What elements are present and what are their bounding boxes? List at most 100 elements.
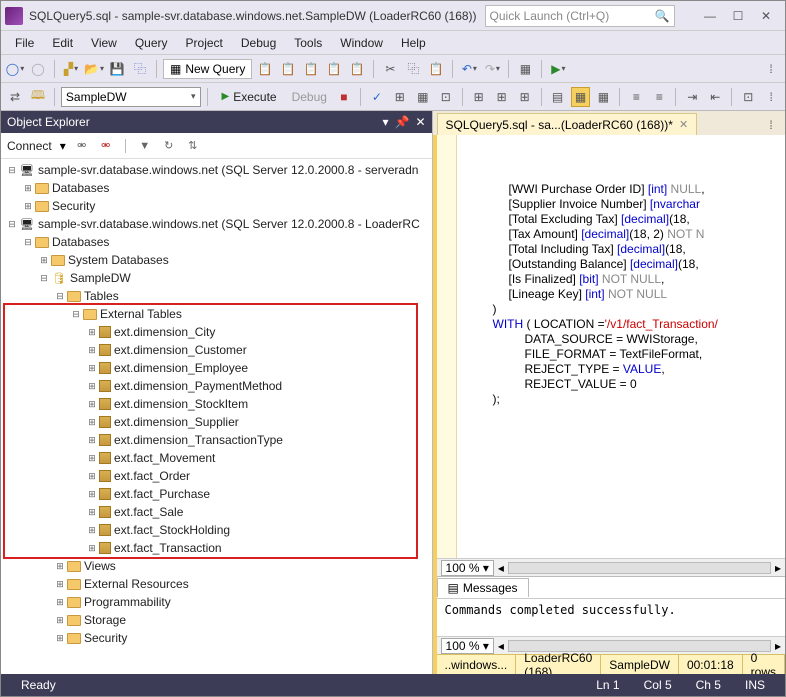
results-grid-icon[interactable]: ▦ xyxy=(571,87,591,107)
stop-button[interactable]: ■ xyxy=(334,87,354,107)
xmla-query-icon[interactable]: 📋 xyxy=(324,59,344,79)
results-text-icon[interactable]: ▤ xyxy=(548,87,568,107)
properties-button[interactable]: ▦ xyxy=(515,59,535,79)
dax-query-icon[interactable]: 📋 xyxy=(347,59,367,79)
server-node-2[interactable]: sample-svr.database.windows.net (SQL Ser… xyxy=(1,215,432,233)
parse-button[interactable]: ✓ xyxy=(367,87,387,107)
folder-views[interactable]: Views xyxy=(1,557,432,575)
change-connection-icon[interactable]: ⇄ xyxy=(5,87,25,107)
folder-security[interactable]: Security xyxy=(1,629,432,647)
folder-external-resources[interactable]: External Resources xyxy=(1,575,432,593)
filter-icon[interactable]: ▼ xyxy=(137,138,153,154)
tab-overflow-icon[interactable]: ⁞ xyxy=(761,115,781,135)
redo-button[interactable]: ↷ xyxy=(482,59,502,79)
database-selector[interactable]: SampleDW xyxy=(61,87,201,107)
ext-table-7[interactable]: ext.fact_Movement xyxy=(1,449,432,467)
menu-help[interactable]: Help xyxy=(393,34,434,52)
available-db-icon[interactable]: 🕮 xyxy=(28,87,48,107)
menu-view[interactable]: View xyxy=(83,34,125,52)
folder-system-databases[interactable]: System Databases xyxy=(1,251,432,269)
panel-close-icon[interactable]: ✕ xyxy=(415,115,425,129)
tab-close-icon[interactable]: ✕ xyxy=(679,118,688,131)
save-button[interactable]: 💾 xyxy=(107,59,127,79)
folder-databases-1[interactable]: Databases xyxy=(1,179,432,197)
ext-table-3[interactable]: ext.dimension_PaymentMethod xyxy=(1,377,432,395)
open-button[interactable]: 📂 xyxy=(84,59,104,79)
maximize-button[interactable]: ☐ xyxy=(731,9,745,23)
ext-table-11[interactable]: ext.fact_StockHolding xyxy=(1,521,432,539)
include-stats-icon[interactable]: ⊞ xyxy=(492,87,512,107)
undo-button[interactable]: ↶ xyxy=(459,59,479,79)
menu-project[interactable]: Project xyxy=(178,34,231,52)
ext-table-12[interactable]: ext.fact_Transaction xyxy=(1,539,432,557)
minimize-button[interactable]: — xyxy=(703,9,717,23)
start-button[interactable]: ▶ xyxy=(548,59,568,79)
panel-dropdown-icon[interactable]: ▾ xyxy=(382,115,388,129)
ext-table-5[interactable]: ext.dimension_Supplier xyxy=(1,413,432,431)
nav-forward-button[interactable]: ◯ xyxy=(28,59,48,79)
ext-table-10[interactable]: ext.fact_Sale xyxy=(1,503,432,521)
ext-table-0[interactable]: ext.dimension_City xyxy=(1,323,432,341)
ext-table-6[interactable]: ext.dimension_TransactionType xyxy=(1,431,432,449)
cut-button[interactable]: ✂ xyxy=(380,59,400,79)
query-options-icon[interactable]: ▦ xyxy=(413,87,433,107)
folder-storage[interactable]: Storage xyxy=(1,611,432,629)
folder-programmability[interactable]: Programmability xyxy=(1,593,432,611)
panel-pin-icon[interactable]: 📌 xyxy=(395,115,410,129)
menu-tools[interactable]: Tools xyxy=(286,34,330,52)
include-live-icon[interactable]: ⊞ xyxy=(515,87,535,107)
new-project-button[interactable]: ▞ xyxy=(61,59,81,79)
dmx-query-icon[interactable]: 📋 xyxy=(301,59,321,79)
ext-table-4[interactable]: ext.dimension_StockItem xyxy=(1,395,432,413)
toolbar2-overflow-icon[interactable]: ⁞ xyxy=(761,87,781,107)
h-scrollbar[interactable] xyxy=(508,562,771,574)
ext-table-8[interactable]: ext.fact_Order xyxy=(1,467,432,485)
scroll-right-icon[interactable]: ▸ xyxy=(775,561,781,575)
uncomment-icon[interactable]: ≡ xyxy=(649,87,669,107)
folder-external-tables[interactable]: External Tables xyxy=(1,305,432,323)
ext-table-2[interactable]: ext.dimension_Employee xyxy=(1,359,432,377)
connect-button[interactable]: Connect xyxy=(7,139,52,153)
comment-icon[interactable]: ≡ xyxy=(626,87,646,107)
save-all-button[interactable]: ⿻ xyxy=(130,59,150,79)
estimated-plan-icon[interactable]: ⊞ xyxy=(390,87,410,107)
debug-button[interactable]: Debug xyxy=(288,90,331,104)
toolbar-overflow-icon[interactable]: ⁞ xyxy=(761,59,781,79)
copy-button[interactable]: ⿻ xyxy=(403,59,423,79)
messages-tab[interactable]: ▤ Messages xyxy=(437,578,529,597)
indent-icon[interactable]: ⇥ xyxy=(682,87,702,107)
folder-tables[interactable]: Tables xyxy=(1,287,432,305)
db-engine-query-icon[interactable]: 📋 xyxy=(255,59,275,79)
mdx-query-icon[interactable]: 📋 xyxy=(278,59,298,79)
intellisense-icon[interactable]: ⊡ xyxy=(436,87,456,107)
sync-icon[interactable]: ⇅ xyxy=(185,138,201,154)
ext-table-9[interactable]: ext.fact_Purchase xyxy=(1,485,432,503)
ext-table-1[interactable]: ext.dimension_Customer xyxy=(1,341,432,359)
disconnect-icon[interactable]: ⚮ xyxy=(74,138,90,154)
zoom-combo-2[interactable]: 100 % ▾ xyxy=(441,638,494,654)
close-button[interactable]: ✕ xyxy=(759,9,773,23)
menu-window[interactable]: Window xyxy=(332,34,391,52)
nav-back-button[interactable]: ◯ xyxy=(5,59,25,79)
zoom-combo[interactable]: 100 % ▾ xyxy=(441,560,494,576)
specify-values-icon[interactable]: ⊡ xyxy=(738,87,758,107)
sql-editor[interactable]: [WWI Purchase Order ID] [int] NULL,[Supp… xyxy=(437,135,785,558)
object-tree[interactable]: sample-svr.database.windows.net (SQL Ser… xyxy=(1,159,432,674)
scroll-left-icon[interactable]: ◂ xyxy=(498,561,504,575)
server-node-1[interactable]: sample-svr.database.windows.net (SQL Ser… xyxy=(1,161,432,179)
menu-debug[interactable]: Debug xyxy=(233,34,284,52)
editor-tab[interactable]: SQLQuery5.sql - sa...(LoaderRC60 (168))*… xyxy=(437,113,698,135)
folder-databases-2[interactable]: Databases xyxy=(1,233,432,251)
refresh-icon[interactable]: ↻ xyxy=(161,138,177,154)
include-plan-icon[interactable]: ⊞ xyxy=(469,87,489,107)
db-sampledw[interactable]: SampleDW xyxy=(1,269,432,287)
new-query-button[interactable]: ▦ New Query xyxy=(163,59,252,79)
menu-file[interactable]: File xyxy=(7,34,42,52)
folder-security-1[interactable]: Security xyxy=(1,197,432,215)
quick-launch-input[interactable]: Quick Launch (Ctrl+Q) 🔍 xyxy=(485,5,675,27)
execute-button[interactable]: ▶Execute xyxy=(214,87,285,107)
menu-edit[interactable]: Edit xyxy=(44,34,81,52)
paste-button[interactable]: 📋 xyxy=(426,59,446,79)
stop-icon[interactable]: ⚮ xyxy=(98,138,114,154)
results-file-icon[interactable]: ▦ xyxy=(593,87,613,107)
